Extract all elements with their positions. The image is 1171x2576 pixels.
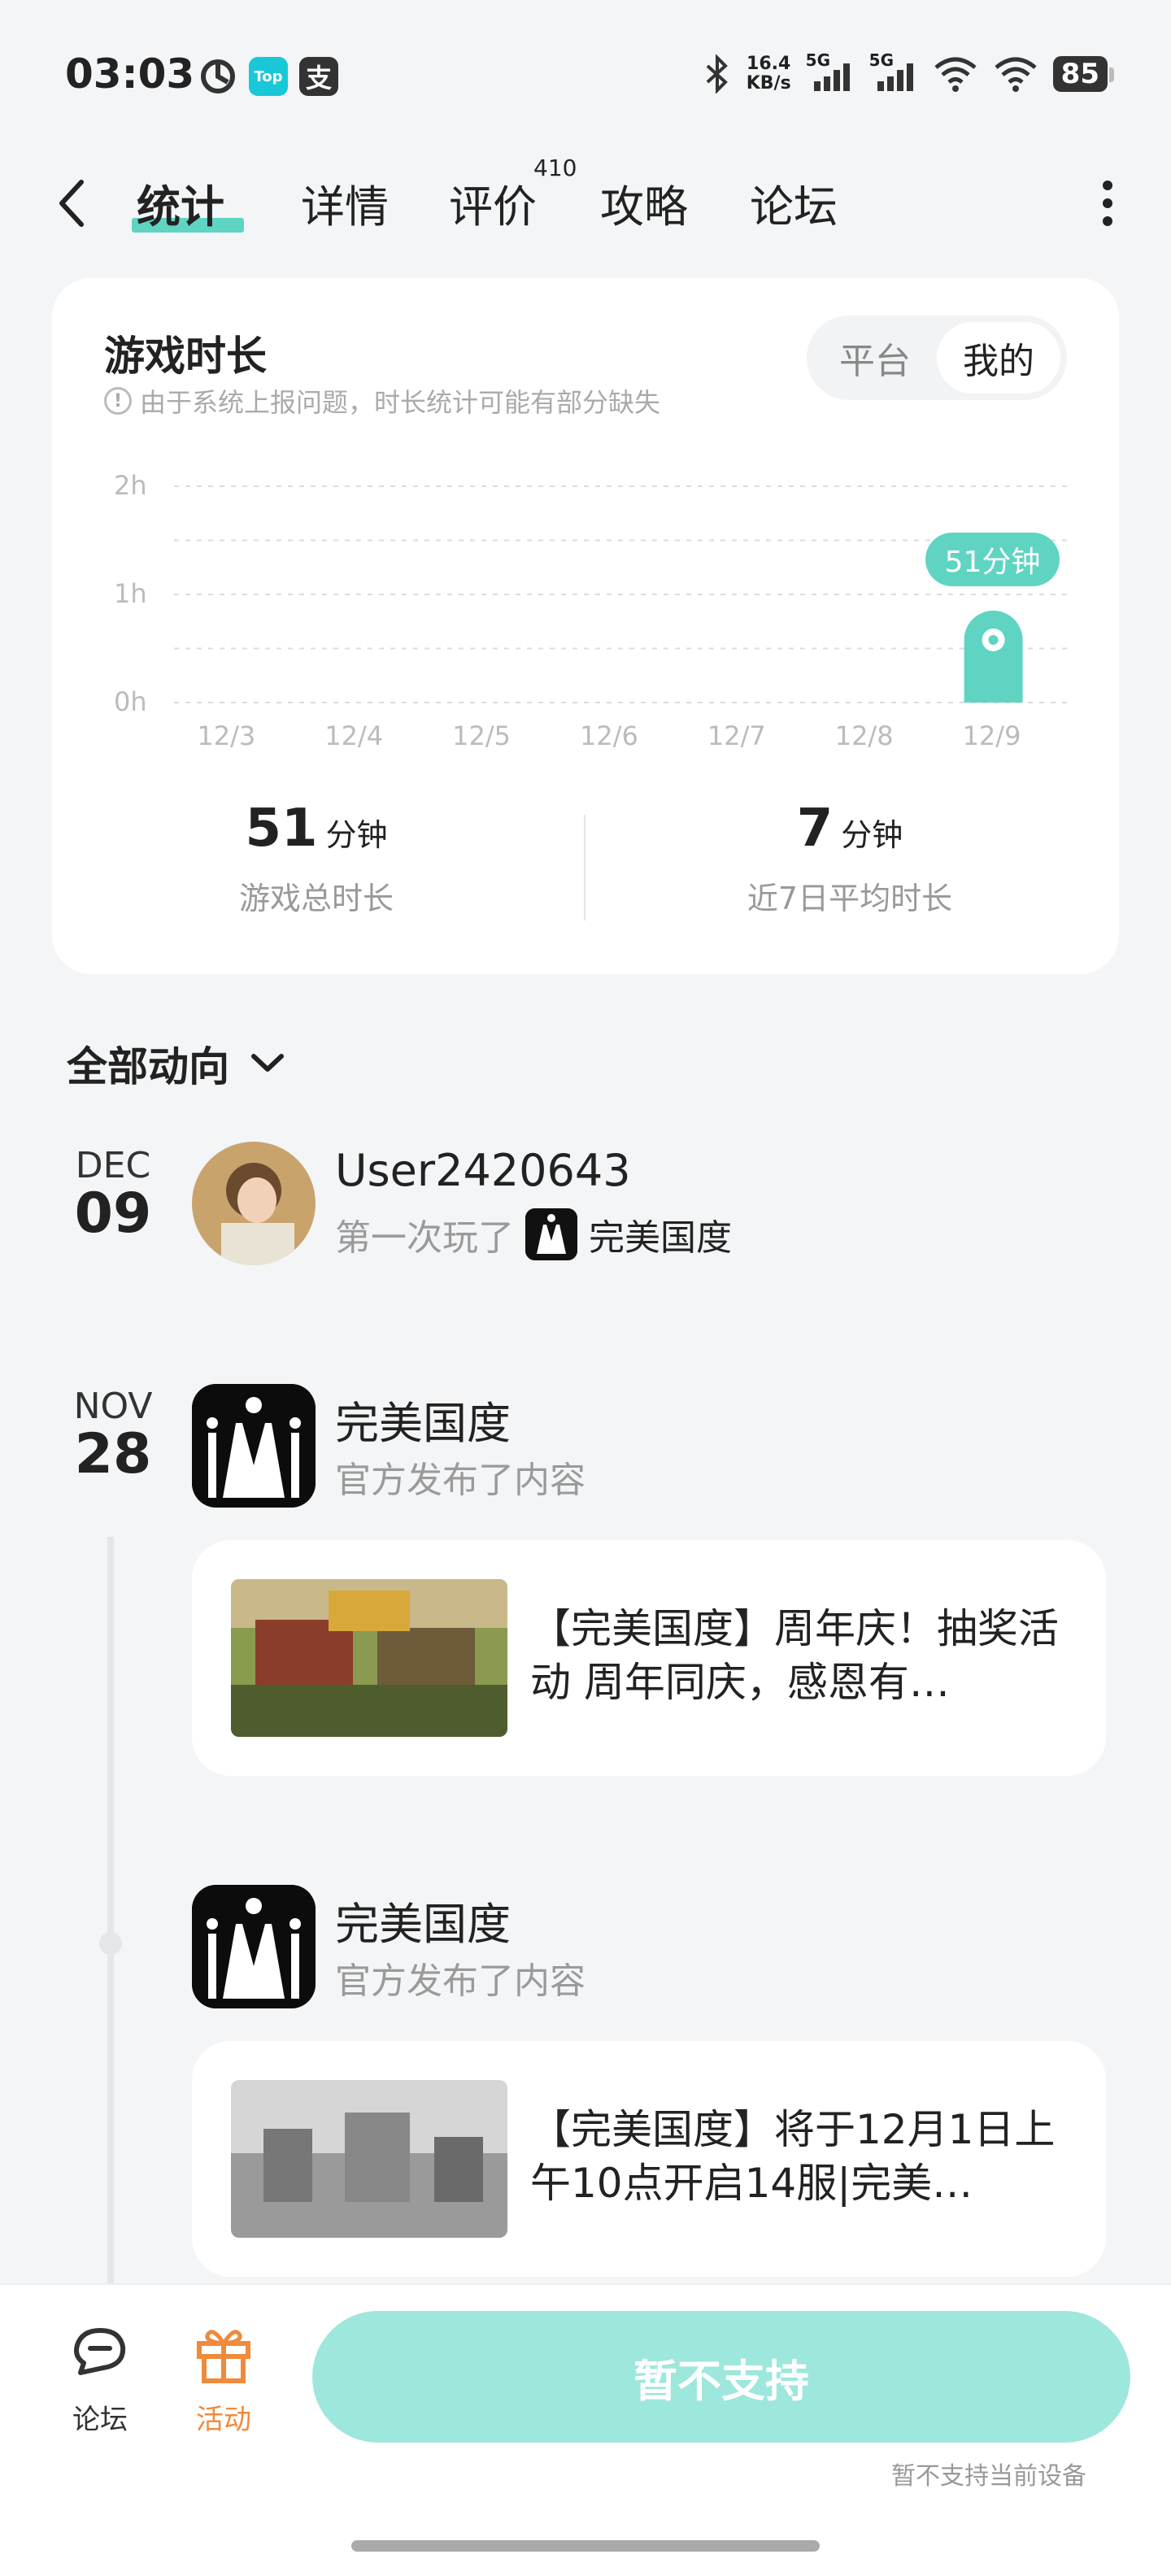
- timeline-line: [107, 1537, 114, 2285]
- top-nav: 统计 详情 评价 410 攻略 论坛: [0, 154, 1171, 252]
- feed-user-name[interactable]: User2420643: [335, 1145, 631, 1196]
- x-tick-label: 12/6: [580, 720, 638, 751]
- y-tick-label: 0h: [114, 686, 147, 717]
- post-title: 【完美国度】周年庆！抽奖活动 周年同庆，感恩有…: [530, 1605, 1059, 1706]
- chart-bar-marker-core: [988, 634, 999, 645]
- forum-label: 论坛: [72, 2404, 128, 2436]
- tab-forum[interactable]: 论坛: [750, 171, 838, 235]
- more-button[interactable]: [1101, 179, 1114, 228]
- avg-playtime: 7 分钟 近7日平均时长: [586, 798, 1114, 918]
- feed-publisher-name[interactable]: 完美国度: [335, 1888, 511, 1952]
- feed-sub-game[interactable]: 完美国度: [589, 1208, 732, 1260]
- post-title: 【完美国度】将于12月1日上午10点开启14服|完美…: [530, 2106, 1056, 2207]
- toggle-platform[interactable]: 平台: [813, 322, 937, 394]
- chat-bubble-icon: [74, 2328, 126, 2375]
- y-tick-label: 1h: [114, 578, 147, 609]
- alipay-icon: 支: [299, 57, 338, 96]
- forum-button[interactable]: 论坛: [55, 2321, 145, 2437]
- total-playtime-unit: 分钟: [325, 817, 388, 853]
- alipay-icon-label: 支: [305, 63, 332, 94]
- review-count-badge: 410: [533, 154, 577, 181]
- chart-value-bubble: 51分钟: [925, 532, 1060, 586]
- toggle-mine[interactable]: 我的: [937, 322, 1060, 394]
- x-tick-label: 12/5: [452, 720, 511, 751]
- bluetooth-icon: [706, 54, 728, 94]
- feed-sub: 官方发布了内容: [335, 1960, 586, 2002]
- date-nov-28: NOV 28: [60, 1386, 166, 1482]
- signal-1-label: 5G: [805, 50, 831, 70]
- card-note-text: 由于系统上报问题，时长统计可能有部分缺失: [140, 387, 661, 418]
- avg-playtime-value: 7: [796, 798, 834, 859]
- clock: 03:03: [65, 50, 195, 98]
- net-speed-unit: KB/s: [746, 73, 791, 94]
- post-card[interactable]: 【完美国度】将于12月1日上午10点开启14服|完美…: [192, 2041, 1106, 2277]
- feed-sub-prefix: 第一次玩了: [335, 1217, 514, 1259]
- feed-publisher-name[interactable]: 完美国度: [335, 1387, 511, 1451]
- chevron-left-icon: [59, 180, 84, 227]
- playtime-card: 游戏时长 ! 由于系统上报问题，时长统计可能有部分缺失 平台 我的 2h 1h 0h…: [52, 278, 1119, 974]
- date-day: 09: [74, 1181, 152, 1246]
- avg-playtime-label: 近7日平均时长: [747, 881, 953, 916]
- y-tick-label: 2h: [114, 470, 147, 501]
- bottom-action-bar: 论坛 活动 暂不支持 暂不支持当前设备: [0, 2283, 1171, 2576]
- net-speed: 16.4 KB/s: [747, 54, 791, 94]
- activity-button[interactable]: 活动: [179, 2321, 268, 2437]
- x-tick-label: 12/7: [707, 720, 766, 751]
- scope-toggle: 平台 我的: [807, 315, 1067, 400]
- unsupported-note: 暂不支持当前设备: [891, 2462, 1086, 2491]
- x-tick-label: 12/9: [962, 720, 1021, 751]
- more-vertical-icon: [1103, 181, 1112, 226]
- taptap-icon: Top: [249, 57, 288, 96]
- activity-label: 活动: [196, 2404, 251, 2436]
- timeline-dot: [99, 1932, 122, 1955]
- tab-stats[interactable]: 统计: [137, 171, 224, 235]
- tab-reviews[interactable]: 评价: [449, 171, 537, 235]
- avatar[interactable]: [192, 1142, 316, 1265]
- playtime-summary: 51 分钟 游戏总时长 7 分钟 近7日平均时长: [52, 798, 1119, 945]
- chart-bar[interactable]: [964, 610, 1023, 703]
- tab-details[interactable]: 详情: [301, 171, 389, 235]
- back-button[interactable]: [49, 171, 98, 236]
- game-icon[interactable]: [192, 1885, 316, 2008]
- game-mini-icon: [525, 1208, 577, 1260]
- total-playtime: 51 分钟 游戏总时长: [52, 798, 581, 918]
- date-dec-09: DEC 09: [60, 1145, 166, 1242]
- signal-icon: 5G: [806, 50, 855, 94]
- date-month: DEC: [75, 1145, 151, 1186]
- netease-icon: [198, 57, 237, 96]
- game-icon[interactable]: [192, 1384, 316, 1508]
- filter-label: 全部动向: [67, 1043, 229, 1090]
- status-icons: 16.4 KB/s 5G 5G 85: [703, 50, 1115, 94]
- info-icon: !: [104, 387, 132, 415]
- x-tick-label: 12/3: [197, 720, 256, 751]
- total-playtime-value: 51: [245, 798, 318, 859]
- signal-icon-2: 5G: [869, 50, 918, 94]
- card-note: ! 由于系统上报问题，时长统计可能有部分缺失: [104, 382, 660, 420]
- gift-icon: [197, 2330, 250, 2383]
- signal-2-label: 5G: [868, 50, 895, 70]
- net-speed-value: 16.4: [747, 54, 791, 74]
- date-day: 28: [74, 1422, 152, 1486]
- avg-playtime-unit: 分钟: [841, 817, 903, 853]
- x-tick-label: 12/8: [834, 720, 894, 751]
- post-thumbnail: [231, 2080, 507, 2238]
- battery-icon: 85: [1052, 56, 1115, 92]
- feed-sub: 官方发布了内容: [335, 1460, 586, 1501]
- date-month: NOV: [73, 1386, 153, 1427]
- post-card[interactable]: 【完美国度】周年庆！抽奖活动 周年同庆，感恩有…: [192, 1540, 1106, 1776]
- feed-sub: 第一次玩了 完美国度: [335, 1208, 732, 1260]
- taptap-icon-label: Top: [254, 67, 283, 85]
- chevron-down-icon: [251, 1054, 284, 1072]
- unsupported-button[interactable]: 暂不支持: [312, 2311, 1130, 2443]
- home-indicator[interactable]: [351, 2540, 820, 2552]
- tab-guides[interactable]: 攻略: [600, 171, 688, 235]
- activity-filter[interactable]: 全部动向: [67, 1034, 286, 1093]
- card-title: 游戏时长: [104, 333, 267, 380]
- x-tick-label: 12/4: [324, 720, 384, 751]
- total-playtime-label: 游戏总时长: [238, 881, 394, 916]
- status-bar: 03:03 Top 支 16.4 KB/s 5G 5G 85: [0, 0, 1171, 154]
- wifi-icon-2: [995, 57, 1037, 92]
- wifi-icon: [934, 57, 977, 92]
- post-thumbnail: [231, 1579, 507, 1737]
